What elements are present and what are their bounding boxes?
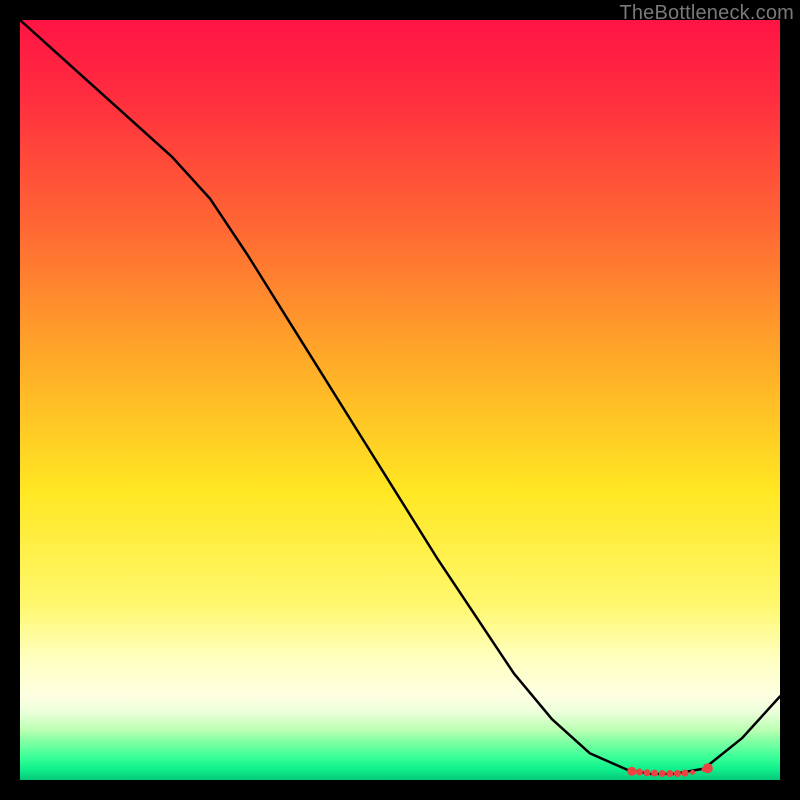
marker-dot — [651, 770, 658, 777]
marker-dot — [682, 770, 689, 777]
plot-area — [20, 20, 780, 780]
chart-svg — [20, 20, 780, 780]
marker-dot — [703, 763, 713, 773]
marker-dot — [659, 770, 666, 777]
series-curve — [20, 20, 780, 774]
marker-dot — [674, 770, 681, 777]
marker-dot — [627, 767, 636, 776]
marker-dot — [690, 770, 695, 775]
marker-dot — [666, 770, 673, 777]
marker-dot — [644, 769, 651, 776]
marker-dot — [636, 769, 643, 776]
chart-stage: TheBottleneck.com — [0, 0, 800, 800]
